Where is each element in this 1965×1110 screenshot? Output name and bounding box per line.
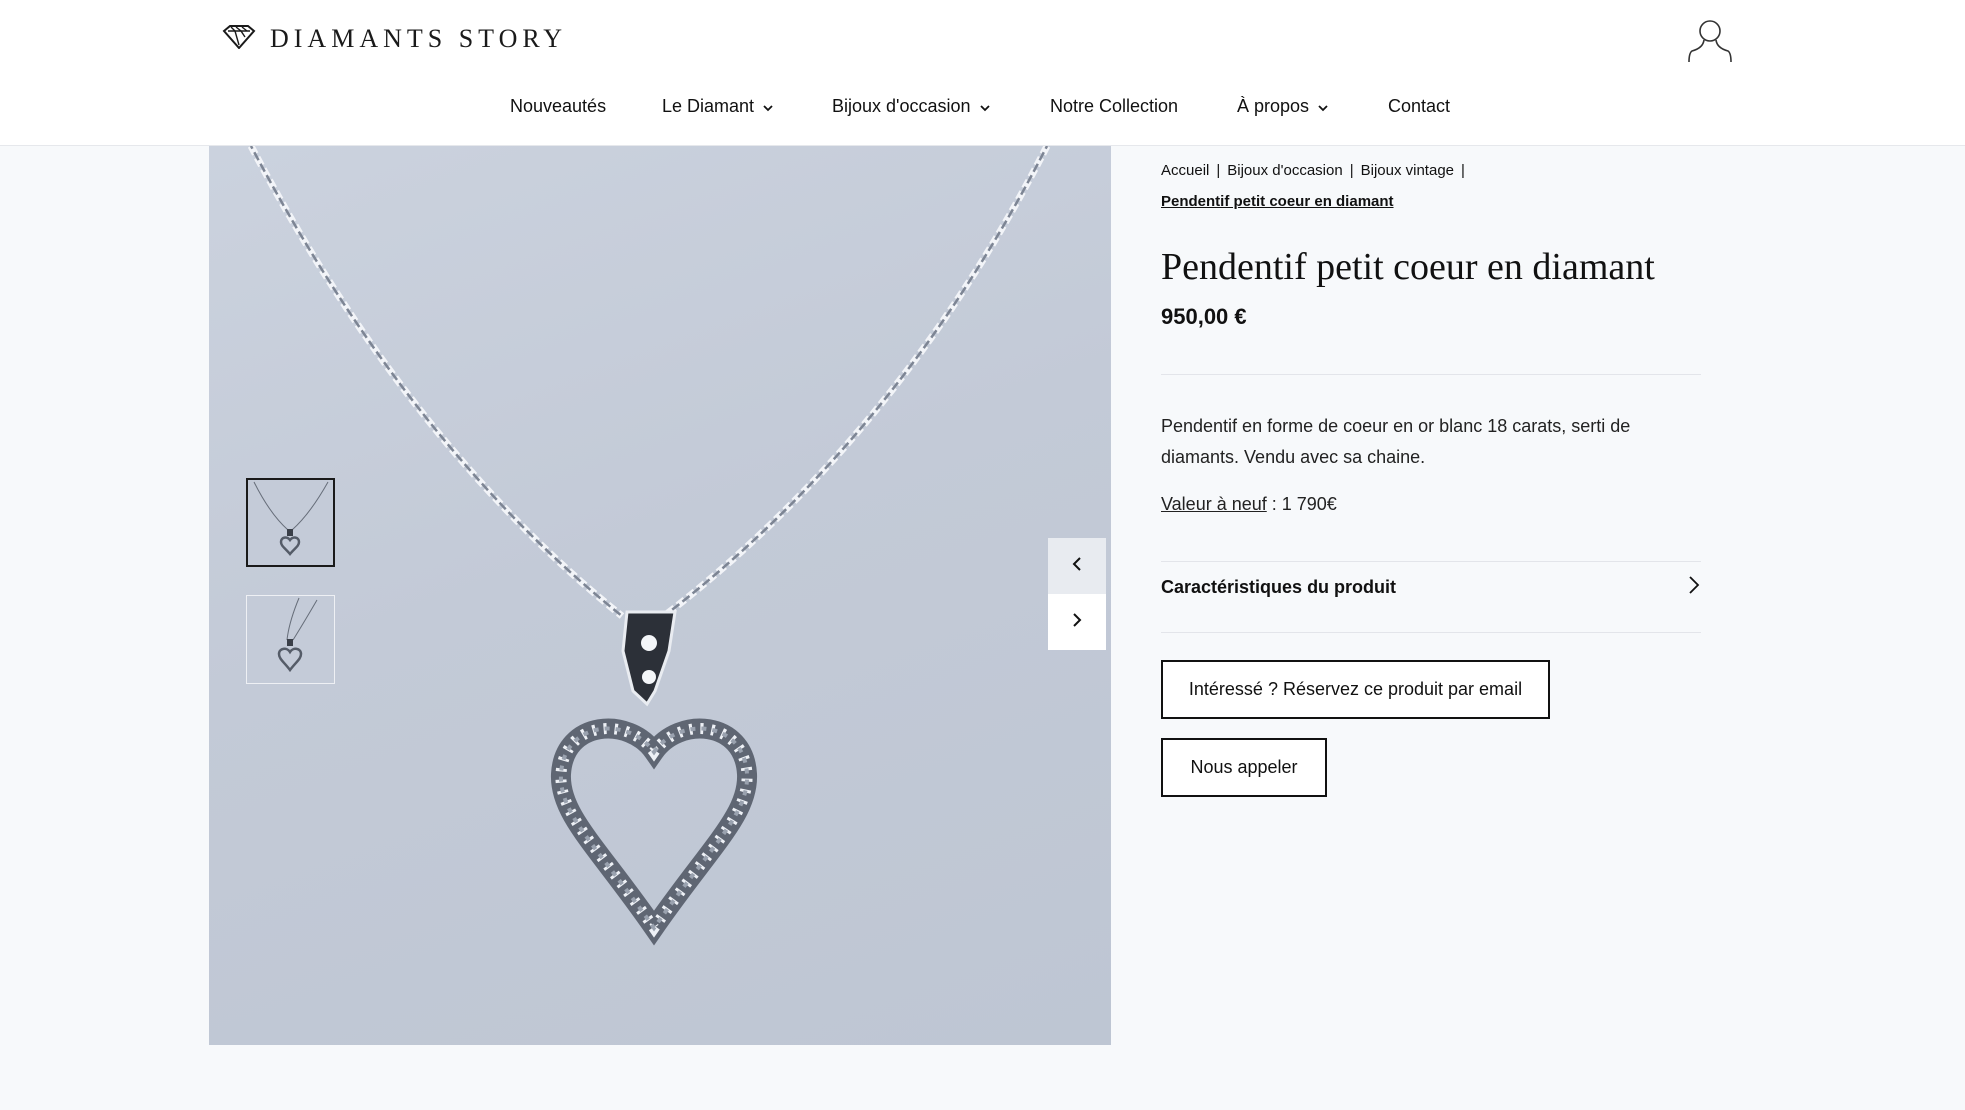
nav-item-a-propos[interactable]: À propos [1237,96,1329,117]
product-photo [247,146,1051,946]
new-value-amount: : 1 790€ [1266,494,1337,514]
brand-name: DIAMANTS STORY [270,24,568,53]
breadcrumb-separator: | [1349,162,1354,179]
chevron-down-icon [1317,96,1329,117]
site-header: DIAMANTS STORY Nouveautés Le Diamant Bij… [0,0,1965,146]
breadcrumb-separator: | [1216,162,1221,179]
nav-label: Nouveautés [510,96,607,116]
thumbnail-1[interactable] [246,478,335,567]
divider [1161,632,1701,633]
main-nav: Nouveautés Le Diamant Bijoux d'occasion … [0,96,1965,136]
breadcrumb: Accueil | Bijoux d'occasion | Bijoux vintage… [1161,162,1472,179]
user-account-icon[interactable] [1686,18,1734,64]
nav-item-contact[interactable]: Contact [1388,96,1450,117]
gallery-prev-button[interactable] [1048,538,1106,594]
nav-label: Bijoux d'occasion [832,96,971,116]
product-title: Pendentif petit coeur en diamant [1161,246,1655,288]
nav-label: Contact [1388,96,1451,116]
nav-label: Le Diamant [662,96,755,116]
thumbnail-necklace-icon [277,597,318,673]
breadcrumb-separator: | [1461,162,1465,179]
nav-label: À propos [1237,96,1310,116]
nav-item-nouveautes[interactable]: Nouveautés [510,96,606,117]
thumbnail-2[interactable] [246,595,335,684]
breadcrumb-current[interactable]: Pendentif petit coeur en diamant [1161,193,1394,210]
chevron-down-icon [762,96,774,117]
product-specs-toggle[interactable]: Caractéristiques du produit [1161,562,1701,612]
nav-item-bijoux-occasion[interactable]: Bijoux d'occasion [832,96,991,117]
product-description: Pendentif en forme de coeur en or blanc … [1161,416,1631,467]
chevron-left-icon [1071,556,1083,577]
product-gallery [209,146,1111,1045]
specs-label: Caractéristiques du produit [1161,576,1397,597]
breadcrumb-bijoux-occasion[interactable]: Bijoux d'occasion [1227,162,1342,179]
reserve-email-button[interactable]: Intéressé ? Réservez ce produit par emai… [1161,660,1550,719]
product-price: 950,00 € [1161,304,1247,329]
chevron-down-icon [979,96,991,117]
nav-item-le-diamant[interactable]: Le Diamant [662,96,774,117]
site-logo[interactable]: DIAMANTS STORY [222,24,567,54]
thumbnail-necklace-icon [253,481,329,556]
call-button[interactable]: Nous appeler [1161,738,1327,797]
nav-label: Notre Collection [1050,96,1179,116]
new-value-link[interactable]: Valeur à neuf [1161,494,1267,514]
breadcrumb-accueil[interactable]: Accueil [1161,162,1209,179]
new-value-line: Valeur à neuf : 1 790€ [1161,494,1337,515]
gallery-next-button[interactable] [1048,594,1106,650]
divider [1161,374,1701,375]
chevron-right-icon [1071,612,1083,633]
chevron-right-icon [1687,574,1701,601]
breadcrumb-bijoux-vintage[interactable]: Bijoux vintage [1361,162,1454,179]
diamond-logo-icon [222,24,256,54]
nav-item-notre-collection[interactable]: Notre Collection [1050,96,1178,117]
